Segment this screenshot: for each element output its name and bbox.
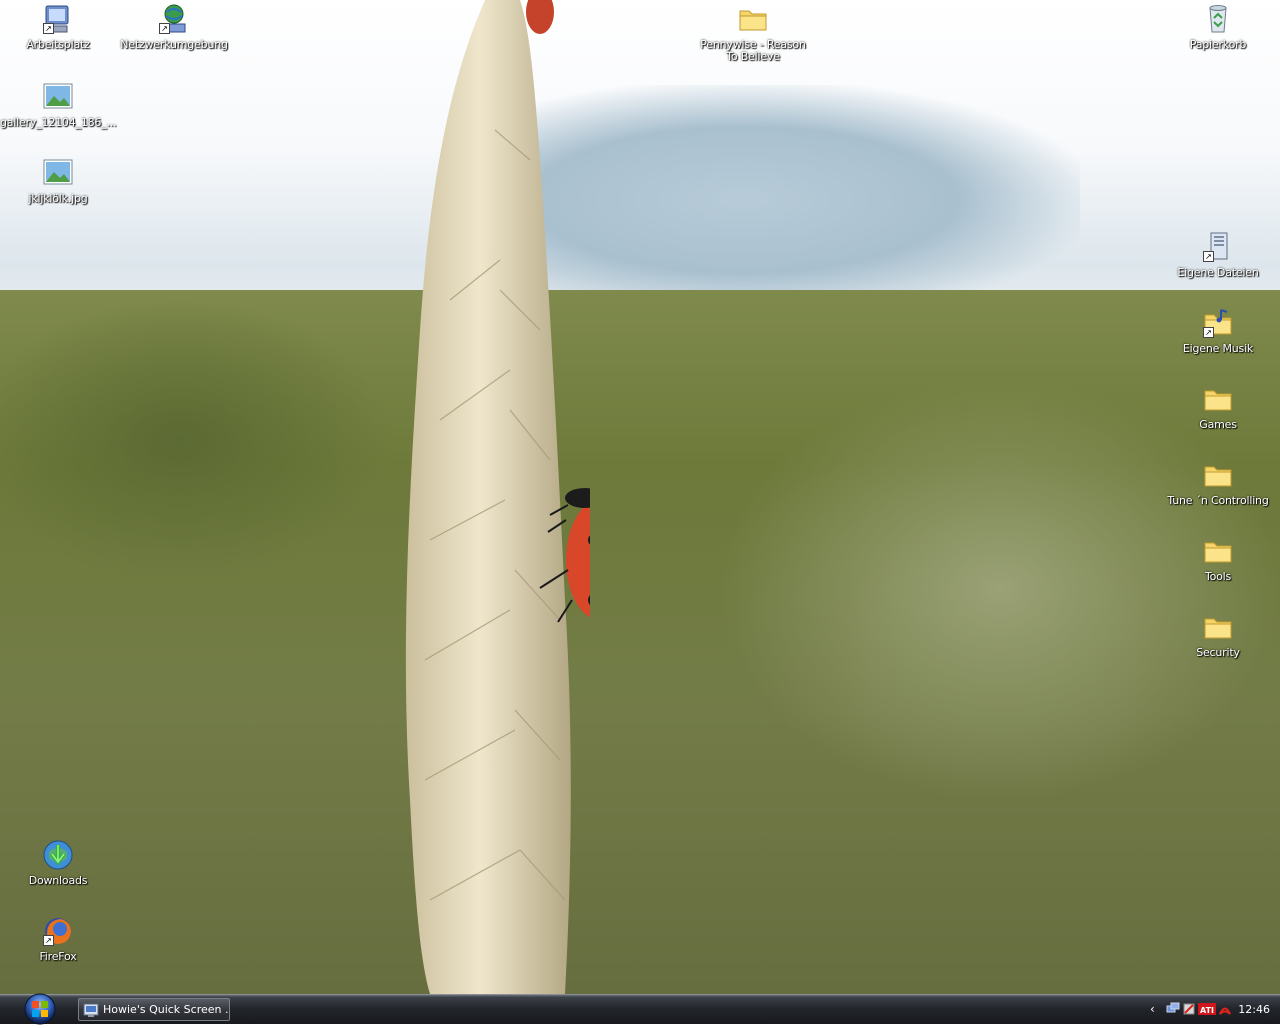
image-file-icon: [41, 156, 75, 190]
desktop-icon-label: jkljklölk.jpg: [28, 192, 88, 205]
chevron-left-icon[interactable]: ‹: [1150, 1002, 1164, 1016]
ati-tray-icon[interactable]: ATI: [1198, 1002, 1216, 1016]
desktop-icon-games[interactable]: Games: [1160, 382, 1276, 431]
desktop-icon-label: FireFox: [39, 950, 77, 963]
desktop-icon-label: Arbeitsplatz: [26, 38, 90, 51]
desktop-icon-label: Downloads: [28, 874, 88, 887]
desktop-icon-downloads[interactable]: Downloads: [0, 838, 116, 887]
desktop-icon-label: Pennywise - Reason To Believe: [700, 38, 806, 63]
desktop-icon-label: Eigene Musik: [1182, 342, 1254, 355]
desktop-icon-label: Tune ´n Controlling: [1167, 494, 1269, 507]
desktop-icon-papierkorb[interactable]: Papierkorb: [1160, 2, 1276, 51]
network-tray-icon[interactable]: [1166, 1002, 1180, 1016]
folder-icon: [1201, 534, 1235, 568]
system-tray: ‹ ATI 12:46: [1142, 995, 1280, 1024]
folder-icon: [1201, 458, 1235, 492]
taskbar-button-quick-screen[interactable]: Howie's Quick Screen ...: [78, 998, 230, 1021]
desktop-icon-eigene-dateien[interactable]: ↗ Eigene Dateien: [1160, 230, 1276, 279]
taskbar: Howie's Quick Screen ... ‹ ATI 12:46: [0, 993, 1280, 1025]
desktop-icon-arbeitsplatz[interactable]: ↗ Arbeitsplatz: [0, 2, 116, 51]
desktop-icon-label: Games: [1199, 418, 1237, 431]
desktop-icon-jpg-image[interactable]: jkljklölk.jpg: [0, 156, 116, 205]
music-folder-icon: ↗: [1201, 306, 1235, 340]
desktop-icon-label: Security: [1196, 646, 1240, 659]
desktop-icon-label: gallery_12104_186_...: [0, 116, 117, 129]
desktop-icon-label: Papierkorb: [1189, 38, 1247, 51]
acrobat-tray-icon[interactable]: [1218, 1002, 1232, 1016]
wallpaper-grass-stalk: [405, 0, 590, 994]
desktop-icon-tune-n-controlling[interactable]: Tune ´n Controlling: [1160, 458, 1276, 507]
tray-clock[interactable]: 12:46: [1238, 1003, 1270, 1016]
desktop-icon-firefox[interactable]: ↗ FireFox: [0, 914, 116, 963]
desktop-icon-label: Tools: [1204, 570, 1232, 583]
folder-icon: [1201, 610, 1235, 644]
image-file-icon: [41, 80, 75, 114]
folder-icon: [736, 2, 770, 36]
taskbar-button-label: Howie's Quick Screen ...: [103, 1003, 230, 1016]
desktop-icon-label: Netzwerkumgebung: [120, 38, 228, 51]
desktop-icon-label: Eigene Dateien: [1177, 266, 1259, 279]
desktop-icon-pennywise-folder[interactable]: Pennywise - Reason To Believe: [695, 2, 811, 63]
computer-icon: ↗: [41, 2, 75, 36]
app-icon: [83, 1002, 99, 1018]
desktop-wallpaper: [0, 0, 1280, 994]
antivirus-tray-icon[interactable]: [1182, 1002, 1196, 1016]
desktop-icon-eigene-musik[interactable]: ↗ Eigene Musik: [1160, 306, 1276, 355]
folder-icon: [1201, 382, 1235, 416]
desktop-icon-gallery-image[interactable]: gallery_12104_186_...: [0, 80, 117, 129]
desktop-icon-security[interactable]: Security: [1160, 610, 1276, 659]
firefox-icon: ↗: [41, 914, 75, 948]
start-button[interactable]: [18, 993, 62, 1025]
recycle-bin-icon: [1201, 2, 1235, 36]
windows-logo-icon: [24, 993, 56, 1025]
downloads-icon: [41, 838, 75, 872]
documents-icon: ↗: [1201, 230, 1235, 264]
wallpaper-grass-field: [0, 290, 1280, 994]
svg-text:ATI: ATI: [1200, 1006, 1214, 1015]
desktop-icon-netzwerkumgebung[interactable]: ↗ Netzwerkumgebung: [116, 2, 232, 51]
wallpaper-sea: [520, 85, 1080, 315]
network-icon: ↗: [157, 2, 191, 36]
desktop-icon-tools[interactable]: Tools: [1160, 534, 1276, 583]
